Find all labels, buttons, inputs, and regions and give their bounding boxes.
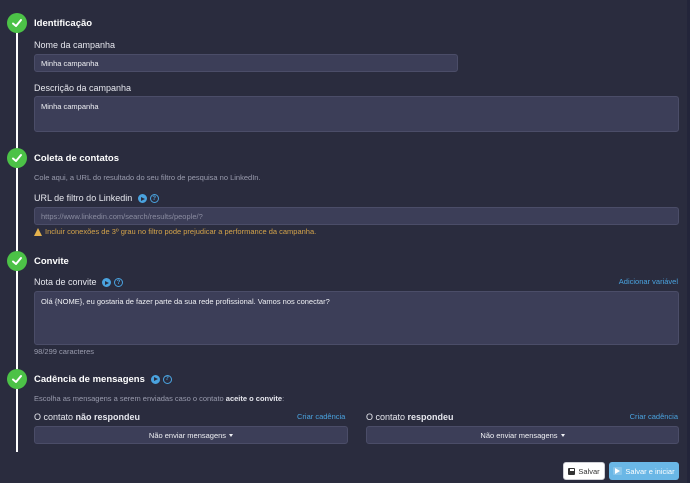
replied-label-prefix: O contato — [366, 412, 408, 422]
caret-down-icon — [560, 433, 565, 437]
section-title-coleta: Coleta de contatos — [34, 153, 119, 164]
campaign-name-input[interactable]: Minha campanha — [34, 54, 458, 72]
invite-char-count: 98/299 caracteres — [34, 347, 95, 356]
no-reply-label-prefix: O contato — [34, 412, 76, 422]
campaign-name-label: Nome da campanha — [34, 40, 116, 50]
no-reply-label: O contato não respondeu — [34, 412, 140, 422]
section-title-cadencia: Cadência de mensagens — [34, 374, 145, 385]
create-cadence-link-right[interactable]: Criar cadência — [630, 412, 678, 421]
save-button-label: Salvar — [578, 466, 600, 476]
no-reply-messages-dropdown[interactable]: Não enviar mensagens — [34, 426, 348, 444]
play-video-icon[interactable] — [102, 278, 112, 288]
section-title-cadencia-row: Cadência de mensagens ? — [34, 374, 172, 385]
coleta-hint: Cole aqui, a URL do resultado do seu fil… — [34, 173, 261, 182]
linkedin-url-label: URL de filtro do Linkedin — [34, 193, 133, 203]
cadencia-hint-suffix: : — [282, 394, 285, 403]
linkedin-url-input[interactable]: https://www.linkedin.com/search/results/… — [34, 207, 679, 225]
campaign-description-textarea[interactable]: Minha campanha — [34, 96, 679, 132]
help-icon[interactable]: ? — [162, 374, 172, 384]
section-title-convite: Convite — [34, 256, 69, 267]
play-video-icon[interactable] — [137, 194, 147, 204]
linkedin-url-label-row: URL de filtro do Linkedin ? — [34, 193, 159, 204]
check-icon — [7, 13, 27, 33]
invite-note-textarea[interactable]: Olá {NOME}, eu gostaria de fazer parte d… — [34, 291, 679, 345]
invite-note-label-row: Nota de convite ? — [34, 277, 124, 288]
replied-label: O contato respondeu — [366, 412, 454, 422]
save-and-start-label: Salvar e iniciar — [625, 466, 675, 476]
cadencia-hint: Escolha as mensagens a serem enviadas ca… — [34, 394, 284, 403]
add-variable-link[interactable]: Adicionar variável — [619, 277, 678, 286]
play-icon — [613, 467, 623, 475]
invite-note-label: Nota de convite — [34, 277, 97, 287]
warning-icon — [34, 227, 42, 236]
replied-label-bold: respondeu — [407, 412, 454, 422]
play-video-icon[interactable] — [150, 374, 160, 384]
check-icon — [7, 251, 27, 271]
check-icon — [7, 369, 27, 389]
section-title-identificacao: Identificação — [34, 18, 93, 29]
coleta-warning: Incluir conexões de 3º grau no filtro po… — [34, 227, 316, 236]
campaign-description-label: Descrição da campanha — [34, 83, 132, 93]
help-icon[interactable]: ? — [149, 194, 159, 204]
cadencia-hint-prefix: Escolha as mensagens a serem enviadas ca… — [34, 394, 226, 403]
no-reply-dropdown-label: Não enviar mensagens — [148, 430, 227, 440]
save-and-start-button[interactable]: Salvar e iniciar — [609, 462, 679, 480]
create-cadence-link-left[interactable]: Criar cadência — [297, 412, 345, 421]
replied-messages-dropdown[interactable]: Não enviar mensagens — [366, 426, 679, 444]
check-icon — [7, 148, 27, 168]
no-reply-label-bold: não respondeu — [75, 412, 141, 422]
floppy-disk-icon — [568, 467, 576, 475]
save-button[interactable]: Salvar — [563, 462, 605, 480]
warning-text: Incluir conexões de 3º grau no filtro po… — [45, 227, 317, 236]
replied-dropdown-label: Não enviar mensagens — [480, 430, 558, 440]
cadencia-hint-bold: aceite o convite — [225, 394, 283, 403]
caret-down-icon — [229, 433, 234, 437]
help-icon[interactable]: ? — [114, 278, 124, 288]
